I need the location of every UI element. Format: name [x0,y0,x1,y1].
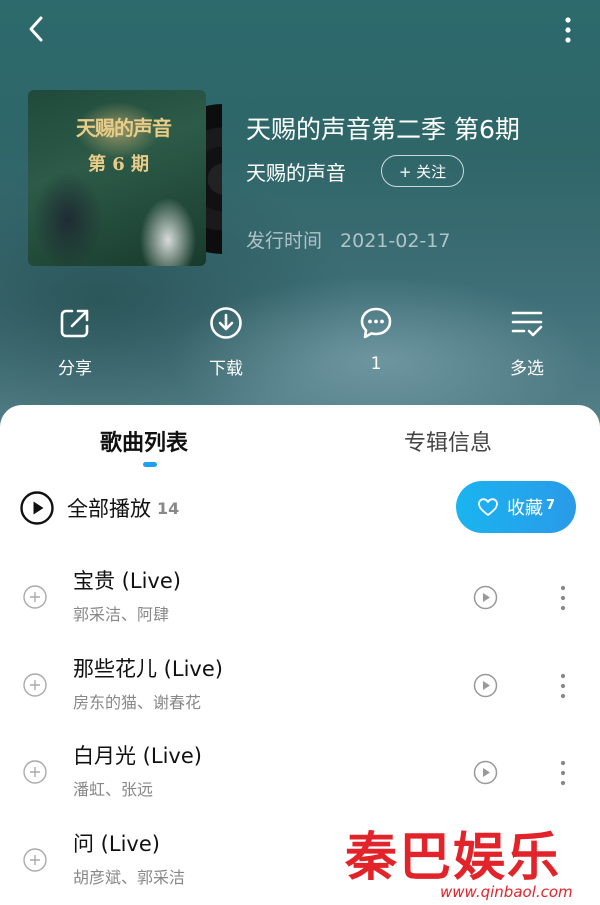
comment-icon [360,307,392,339]
song-count: 14 [157,498,180,518]
release-label: 发行时间 [246,230,323,252]
multiselect-label: 多选 [510,359,544,379]
album-title: 天赐的声音第二季 第6期 [246,115,520,144]
mv-play-icon[interactable] [473,760,498,785]
watermark-url: www.qinbaol.com [440,883,573,901]
watermark-text: 秦巴娱乐 [345,827,562,888]
follow-button[interactable]: + 关注 [381,155,464,187]
multiselect-icon [511,311,543,337]
watermark-logo: 秦巴娱乐 www.qinbaol.com [345,815,600,905]
add-icon[interactable] [23,848,47,872]
collect-count: 7 [545,497,556,513]
share-button[interactable]: 分享 [35,300,115,379]
action-bar: 分享 下载 1 多选 [0,300,600,390]
play-all-label: 全部播放 [67,497,151,521]
cover-episode-text: 第 6 期 [88,154,150,175]
album-cover[interactable]: 天赐的声音 第 6 期 [28,90,228,266]
more-vertical-icon[interactable] [556,14,580,46]
song-artists: 郭采洁、阿肆 [73,605,170,624]
cover-logo-text: 天赐的声音 [76,116,172,140]
artist-name[interactable]: 天赐的声音 [246,157,346,186]
song-artists: 房东的猫、谢春花 [73,693,202,712]
mv-play-icon[interactable] [473,673,498,698]
top-bar [0,0,600,60]
song-title: 白月光 (Live) [73,744,202,768]
download-button[interactable]: 下载 [186,300,266,379]
song-row[interactable]: 那些花儿 (Live) 房东的猫、谢春花 [0,653,600,741]
play-all-button[interactable]: 全部播放 14 [20,490,179,526]
share-icon [60,309,89,338]
collect-label: 收藏 [506,498,543,519]
heart-icon [478,498,498,516]
tab-indicator [143,462,157,467]
song-artists: 胡彦斌、郭采洁 [73,868,186,887]
song-row[interactable]: 宝贵 (Live) 郭采洁、阿肆 [0,565,600,653]
more-vertical-icon[interactable] [556,671,570,701]
more-vertical-icon[interactable] [556,583,570,613]
song-title: 宝贵 (Live) [73,569,181,593]
back-arrow-icon[interactable] [22,14,52,44]
add-icon[interactable] [23,585,47,609]
download-icon [210,307,242,339]
comment-count: 1 [370,354,382,374]
tab-album-info[interactable]: 专辑信息 [404,425,492,457]
song-title: 那些花儿 (Live) [73,657,223,681]
comment-button[interactable]: 1 [336,300,416,374]
mv-play-icon[interactable] [473,585,498,610]
more-vertical-icon[interactable] [556,758,570,788]
add-icon[interactable] [23,760,47,784]
release-info: 发行时间 2021-02-17 [246,226,450,253]
release-date: 2021-02-17 [340,230,451,252]
play-circle-icon [20,491,54,525]
song-artists: 潘虹、张远 [73,780,154,799]
album-cover-image: 天赐的声音 第 6 期 [28,90,206,266]
tab-song-list[interactable]: 歌曲列表 [100,425,188,457]
collect-button[interactable]: 收藏 7 [456,481,576,533]
add-icon[interactable] [23,673,47,697]
download-label: 下载 [209,359,243,379]
song-title: 问 (Live) [73,832,160,856]
multiselect-button[interactable]: 多选 [487,300,567,379]
share-label: 分享 [58,359,92,379]
